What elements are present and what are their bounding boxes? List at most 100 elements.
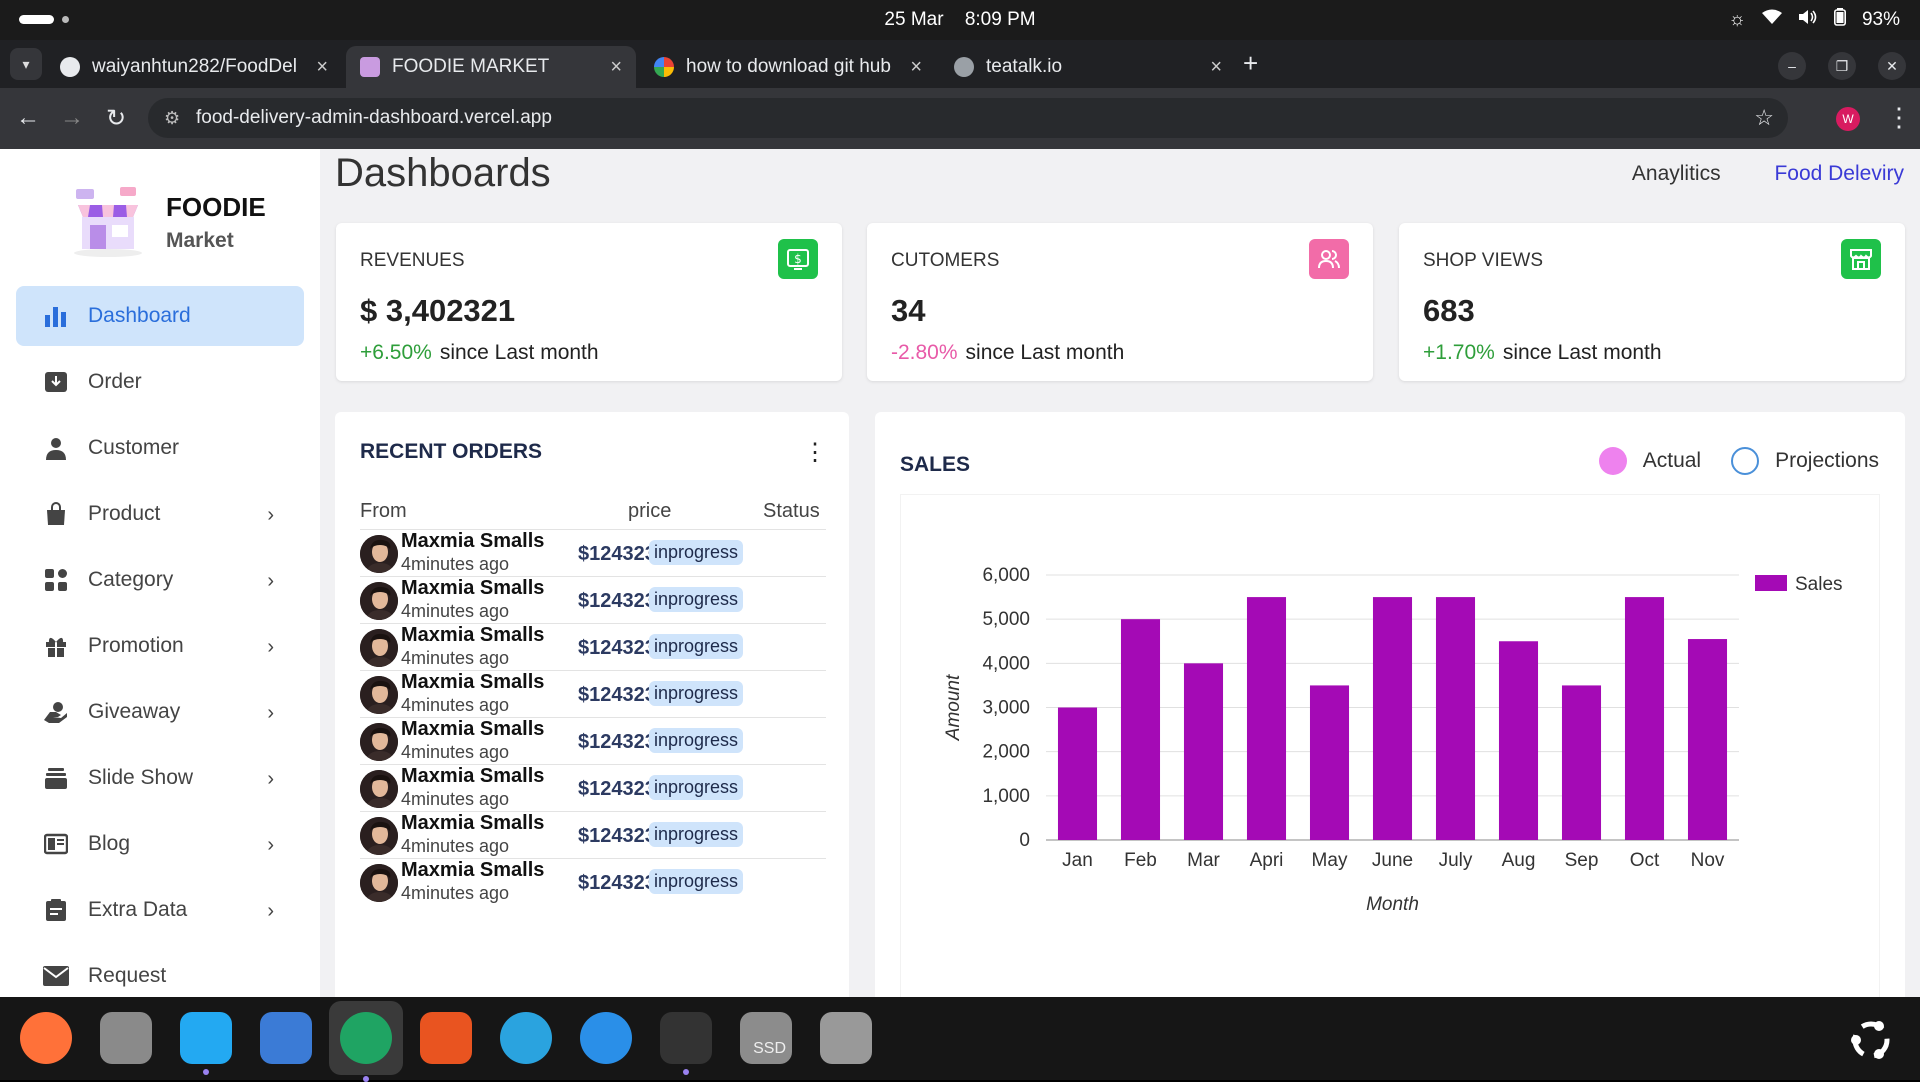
restore-icon[interactable]: ❐ <box>1828 52 1856 80</box>
sidebar-item-request[interactable]: Request <box>16 946 304 997</box>
sidebar-item-dashboard[interactable]: Dashboard <box>16 286 304 346</box>
running-indicator <box>363 1076 369 1082</box>
sidebar-item-order[interactable]: Order <box>16 352 304 412</box>
stat-change-percent: -2.80% <box>891 341 958 364</box>
order-price: $124323 <box>578 637 656 659</box>
stat-value: $ 3,402321 <box>360 293 516 328</box>
sidebar-item-extra-data[interactable]: Extra Data › <box>16 880 304 940</box>
browser-tab-teatalk[interactable]: teatalk.io × <box>940 46 1236 88</box>
x-tick-label: July <box>1439 850 1473 871</box>
bar-mar <box>1183 663 1224 840</box>
brand-title: FOODIE <box>166 191 266 222</box>
status-badge: inprogress <box>649 540 743 565</box>
avatar <box>360 676 398 714</box>
grid-icon <box>42 566 70 594</box>
order-customer-name: Maxmia Smalls <box>401 812 545 834</box>
sidebar-item-label: Category <box>88 568 174 591</box>
help-icon[interactable] <box>576 1008 636 1068</box>
sidebar-item-label: Product <box>88 502 161 525</box>
address-bar[interactable]: ⚙ food-delivery-admin-dashboard.vercel.a… <box>148 98 1788 138</box>
sidebar-item-product[interactable]: Product › <box>16 484 304 544</box>
sidebar-item-giveaway[interactable]: Giveaway › <box>16 682 304 742</box>
table-row[interactable]: Maxmia Smalls 4minutes ago $124323 inprogre… <box>360 764 826 811</box>
system-tray[interactable]: ☼ 93% <box>1729 8 1900 32</box>
order-time: 4minutes ago <box>401 742 510 762</box>
chevron-right-icon: › <box>267 504 274 526</box>
avatar <box>360 864 398 902</box>
legend-actual[interactable]: Actual <box>1598 447 1701 475</box>
sidebar-item-slide-show[interactable]: Slide Show › <box>16 748 304 808</box>
close-tab-icon[interactable]: × <box>316 56 328 79</box>
food-delivery-link[interactable]: Food Deleviry <box>1774 162 1904 185</box>
page-title: Dashboards <box>335 151 551 195</box>
sidebar-item-customer[interactable]: Customer <box>16 418 304 478</box>
close-tab-icon[interactable]: × <box>910 56 922 79</box>
back-arrow-icon[interactable]: ← <box>16 104 40 132</box>
table-row[interactable]: Maxmia Smalls 4minutes ago $124323 inprogre… <box>360 811 826 858</box>
browser-tab-google[interactable]: how to download git hub × <box>640 46 936 88</box>
table-row[interactable]: Maxmia Smalls 4minutes ago $124323 inprogre… <box>360 623 826 670</box>
files-icon[interactable] <box>96 1008 156 1068</box>
firefox-icon[interactable] <box>16 1008 76 1068</box>
legend-swatch-projections <box>1731 447 1760 475</box>
app-center-icon[interactable] <box>416 1008 476 1068</box>
avatar <box>360 582 398 620</box>
sidebar-item-category[interactable]: Category › <box>16 550 304 610</box>
sidebar-item-promotion[interactable]: Promotion › <box>16 616 304 676</box>
ssd-drive-icon[interactable]: SSD <box>736 1008 796 1068</box>
terminal-icon[interactable] <box>656 1008 716 1075</box>
trash-icon[interactable] <box>816 1008 876 1068</box>
new-tab-plus-icon[interactable]: + <box>1243 48 1258 79</box>
status-badge: inprogress <box>649 634 743 659</box>
order-price: $124323 <box>578 825 656 847</box>
shop-logo-icon <box>68 187 148 257</box>
order-customer-name: Maxmia Smalls <box>401 530 545 552</box>
order-time: 4minutes ago <box>401 836 510 856</box>
site-settings-icon[interactable]: ⚙ <box>164 98 180 138</box>
close-tab-icon[interactable]: × <box>1210 56 1222 79</box>
analytics-link[interactable]: Anaylitics <box>1632 162 1721 185</box>
bookmark-star-icon[interactable]: ☆ <box>1754 98 1774 138</box>
sales-card: SALES Actual Projections 0 1,000 2,000 3,00… <box>875 412 1905 997</box>
text-editor-icon[interactable] <box>256 1008 316 1068</box>
vscode-icon[interactable] <box>176 1008 236 1075</box>
profile-avatar[interactable]: W <box>1836 107 1860 131</box>
browser-menu-icon[interactable]: ⋮ <box>1886 102 1912 133</box>
stat-change: +1.70% since Last month <box>1423 341 1662 365</box>
x-axis-title: Month <box>1366 894 1419 915</box>
browser-tab-github[interactable]: waiyanhtun282/FoodDel × <box>46 46 342 88</box>
close-window-icon[interactable]: ✕ <box>1878 52 1906 80</box>
forward-arrow-icon[interactable]: → <box>60 104 84 132</box>
table-row[interactable]: Maxmia Smalls 4minutes ago $124323 inprogre… <box>360 858 826 905</box>
telegram-icon[interactable] <box>496 1008 556 1068</box>
sidebar-item-blog[interactable]: Blog › <box>16 814 304 874</box>
tab-search-chevron-icon[interactable]: ▾ <box>10 48 42 80</box>
order-time: 4minutes ago <box>401 789 510 809</box>
stat-change-suffix: since Last month <box>965 341 1125 364</box>
legend-projections[interactable]: Projections <box>1731 447 1879 475</box>
chrome-icon[interactable] <box>329 1001 403 1082</box>
stat-change-percent: +1.70% <box>1423 341 1495 364</box>
minimize-icon[interactable]: – <box>1778 52 1806 80</box>
browser-tab-foodie[interactable]: FOODIE MARKET × <box>346 46 636 88</box>
foodie-icon <box>360 57 380 77</box>
order-time: 4minutes ago <box>401 695 510 715</box>
brand[interactable]: FOODIE Market <box>68 187 266 257</box>
column-header-status: Status <box>763 500 820 522</box>
status-badge: inprogress <box>649 587 743 612</box>
bar-may <box>1309 685 1350 840</box>
stat-change: -2.80% since Last month <box>891 341 1124 365</box>
table-row[interactable]: Maxmia Smalls 4minutes ago $124323 inprogre… <box>360 576 826 623</box>
more-options-icon[interactable]: ⋮ <box>803 438 827 467</box>
reload-icon[interactable]: ↻ <box>106 104 126 133</box>
browser-tab-strip: ▾ waiyanhtun282/FoodDel × FOODIE MARKET … <box>0 40 1920 88</box>
layers-icon <box>42 764 70 792</box>
close-tab-icon[interactable]: × <box>610 56 622 79</box>
table-row[interactable]: Maxmia Smalls 4minutes ago $124323 inprogre… <box>360 529 826 576</box>
y-tick-label: 5,000 <box>982 609 1030 630</box>
show-apps-icon[interactable] <box>1848 1017 1894 1068</box>
system-clock[interactable]: 25 Mar 8:09 PM <box>0 9 1920 31</box>
table-row[interactable]: Maxmia Smalls 4minutes ago $124323 inprogre… <box>360 717 826 764</box>
table-row[interactable]: Maxmia Smalls 4minutes ago $124323 inprogre… <box>360 670 826 717</box>
sidebar-item-label: Blog <box>88 832 131 855</box>
